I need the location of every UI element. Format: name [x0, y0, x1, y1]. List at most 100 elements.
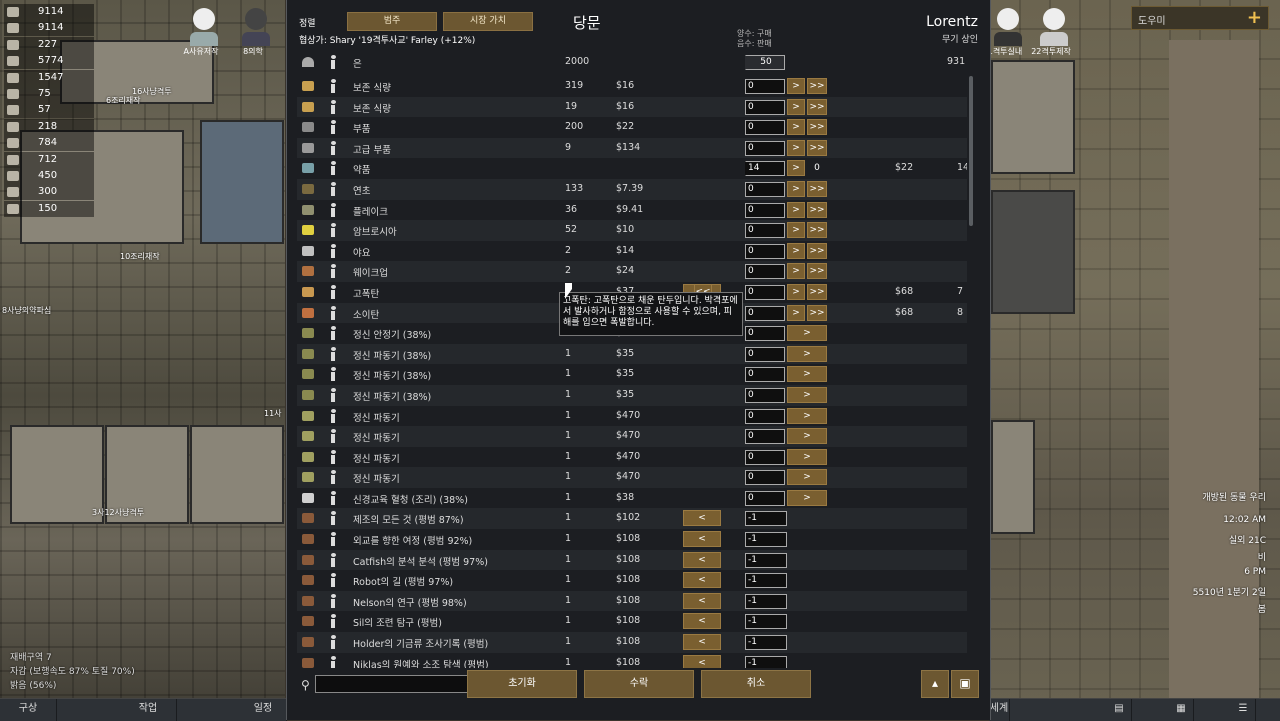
cancel-button[interactable]: 취소 — [701, 670, 811, 698]
trade-amount-input[interactable]: 0 — [745, 305, 785, 321]
reset-count-button[interactable]: 0 — [807, 160, 827, 176]
sell-button[interactable]: < — [683, 634, 721, 651]
trade-amount-input[interactable]: 0 — [745, 243, 785, 259]
info-icon[interactable] — [330, 614, 336, 629]
buy-button[interactable]: > — [787, 201, 805, 218]
colonist-portrait[interactable]: 22격투제작 — [1031, 4, 1072, 56]
resource-silver[interactable]: 9114 — [4, 20, 94, 37]
info-icon[interactable] — [330, 140, 336, 155]
info-icon[interactable] — [330, 552, 336, 567]
buy-all-button[interactable]: >> — [807, 78, 827, 94]
buy-button[interactable]: > — [787, 222, 805, 239]
sell-button[interactable]: < — [683, 531, 721, 548]
schedule-button[interactable]: 일정 — [240, 699, 287, 721]
info-icon[interactable] — [330, 449, 336, 464]
colonist-portrait[interactable]: A사유저작 — [184, 4, 222, 56]
info-icon[interactable] — [330, 490, 336, 505]
book-icon[interactable]: ▤ — [1107, 699, 1132, 721]
info-icon[interactable] — [330, 408, 336, 423]
resource-plasteel[interactable]: 218 — [4, 118, 94, 135]
world-button[interactable]: 세계 — [989, 699, 1010, 721]
resource-chunk[interactable]: 150 — [4, 200, 94, 217]
trade-amount-input[interactable]: 0 — [745, 264, 785, 280]
trade-amount-input[interactable]: 0 — [745, 202, 785, 218]
buy-all-button[interactable]: >> — [807, 119, 827, 136]
sell-button[interactable]: < — [683, 551, 721, 568]
cart-icon[interactable]: ▣ — [951, 670, 979, 698]
resource-meat[interactable]: 5774 — [4, 53, 94, 70]
buy-button[interactable]: > — [787, 325, 827, 342]
colony-map-right[interactable] — [989, 0, 1280, 720]
trade-amount-input[interactable]: 0 — [745, 223, 785, 239]
buy-all-button[interactable]: >> — [807, 98, 827, 115]
info-icon[interactable] — [330, 511, 336, 526]
resource-wood[interactable]: 784 — [4, 135, 94, 152]
buy-button[interactable]: > — [787, 139, 805, 156]
resource-stone[interactable]: 712 — [4, 151, 94, 168]
trade-amount-input[interactable]: 0 — [745, 79, 785, 94]
info-icon[interactable] — [330, 243, 336, 258]
info-icon[interactable] — [330, 470, 336, 485]
sell-button[interactable]: < — [683, 510, 721, 527]
resource-medicine[interactable]: 57 — [4, 102, 94, 119]
buy-button[interactable]: > — [787, 242, 805, 259]
buy-button[interactable]: > — [787, 180, 805, 197]
menu-icon[interactable]: ☰ — [1231, 699, 1256, 721]
trade-amount-input[interactable]: 0 — [745, 470, 785, 486]
resource-chunk[interactable]: 300 — [4, 184, 94, 201]
info-icon[interactable] — [330, 305, 336, 320]
info-icon[interactable] — [330, 635, 336, 650]
info-icon[interactable] — [330, 429, 336, 444]
info-icon[interactable] — [330, 326, 336, 341]
sell-button[interactable]: < — [683, 592, 721, 609]
trade-amount-input[interactable]: 0 — [745, 181, 785, 197]
buy-button[interactable]: > — [787, 78, 805, 94]
resource-silver[interactable]: 9114 — [4, 4, 94, 20]
gift-icon[interactable]: ▴ — [921, 670, 949, 698]
sort-category-button[interactable]: 범주 — [347, 12, 437, 31]
info-icon[interactable] — [330, 532, 336, 547]
colonist-portrait[interactable]: 8의학 — [238, 4, 274, 56]
info-icon[interactable] — [330, 264, 336, 279]
trade-amount-input[interactable]: 14 — [745, 161, 785, 177]
trade-amount-input[interactable]: 0 — [745, 367, 785, 383]
buy-button[interactable]: > — [787, 407, 827, 424]
alert-event[interactable]: 개방된 동물 우리 — [1202, 490, 1266, 503]
info-icon[interactable] — [330, 55, 336, 69]
colonist-portrait[interactable]: 1격투실내 — [988, 4, 1026, 56]
buy-button[interactable]: > — [787, 160, 805, 177]
sort-market-value-button[interactable]: 시장 가치 — [443, 12, 533, 31]
info-icon[interactable] — [330, 573, 336, 588]
work-button[interactable]: 작업 — [120, 699, 177, 721]
buy-button[interactable]: > — [787, 304, 805, 321]
trade-amount-input[interactable]: -1 — [745, 552, 787, 568]
reset-button[interactable]: 초기화 — [467, 670, 577, 698]
trade-amount-input[interactable]: -1 — [745, 614, 787, 630]
map-pawn-label[interactable]: 11사 — [264, 408, 282, 419]
buy-button[interactable]: > — [787, 489, 827, 506]
buy-button[interactable]: > — [787, 469, 827, 486]
map-pawn-label[interactable]: 8사냥의약파심 — [2, 305, 51, 316]
buy-button[interactable]: > — [787, 98, 805, 115]
resource-stone[interactable]: 450 — [4, 168, 94, 184]
buy-button[interactable]: > — [787, 448, 827, 465]
resource-food[interactable]: 1547 — [4, 69, 94, 86]
trade-amount-input[interactable]: -1 — [745, 635, 787, 651]
info-icon[interactable] — [330, 79, 336, 93]
accept-button[interactable]: 수락 — [584, 670, 694, 698]
map-pawn-label[interactable]: 6조리재작 — [106, 95, 141, 106]
resource-steel[interactable]: 227 — [4, 36, 94, 53]
info-icon[interactable] — [330, 223, 336, 238]
buy-all-button[interactable]: >> — [807, 304, 827, 321]
buy-all-button[interactable]: >> — [807, 139, 827, 156]
sell-button[interactable]: < — [683, 572, 721, 589]
info-icon[interactable] — [330, 161, 336, 176]
info-icon[interactable] — [330, 202, 336, 217]
helper-button[interactable]: 도우미 + — [1131, 6, 1269, 30]
trade-amount-input[interactable]: -1 — [745, 511, 787, 527]
info-icon[interactable] — [330, 284, 336, 299]
trade-amount-input[interactable]: 0 — [745, 387, 785, 403]
trade-amount-input[interactable]: 0 — [745, 449, 785, 465]
sell-button[interactable]: < — [683, 613, 721, 630]
trade-amount-input[interactable]: 0 — [745, 99, 785, 115]
